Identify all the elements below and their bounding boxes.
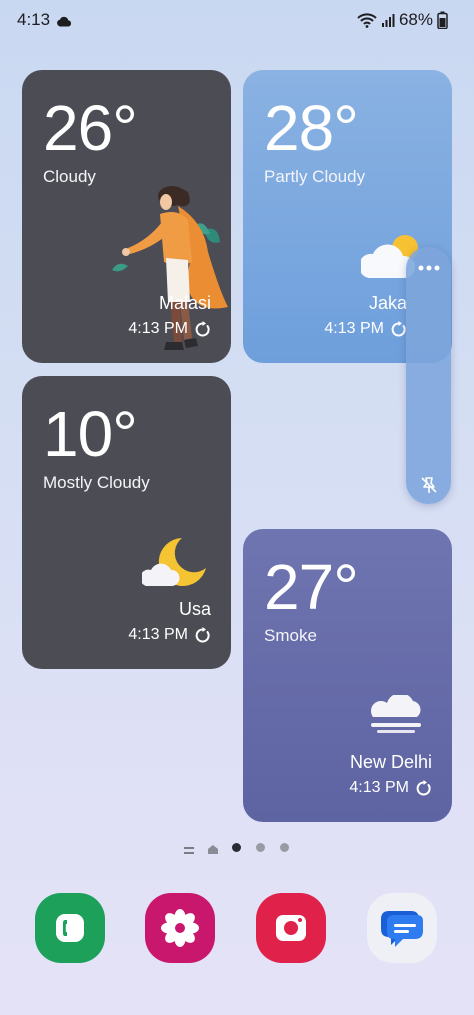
last-updated[interactable]: 4:13 PM xyxy=(324,320,407,338)
updated-time: 4:13 PM xyxy=(128,626,188,643)
messages-app-button[interactable] xyxy=(367,893,437,963)
page-list-icon[interactable] xyxy=(184,843,194,861)
city-name: New Delhi xyxy=(349,752,432,772)
page-dot[interactable] xyxy=(280,843,289,852)
cloud-icon xyxy=(56,12,72,32)
wifi-icon xyxy=(357,12,377,28)
refresh-icon[interactable] xyxy=(194,320,211,338)
moon-with-cloud-icon xyxy=(142,538,206,586)
edge-panel-handle[interactable] xyxy=(406,247,451,504)
status-indicators: 68% xyxy=(357,10,448,30)
phone-icon xyxy=(56,914,84,942)
condition: Cloudy xyxy=(43,167,96,186)
condition: Smoke xyxy=(264,626,317,645)
temperature: 26° xyxy=(43,92,138,164)
refresh-icon[interactable] xyxy=(415,779,432,797)
more-options-icon[interactable] xyxy=(415,257,443,279)
condition: Mostly Cloudy xyxy=(43,473,150,492)
refresh-icon[interactable] xyxy=(390,320,407,338)
pin-off-icon[interactable] xyxy=(416,473,442,497)
smoke-cloud-icon xyxy=(371,695,421,733)
camera-app-button[interactable] xyxy=(256,893,326,963)
messages-icon xyxy=(381,911,423,947)
home-page-icon[interactable] xyxy=(207,842,219,860)
city-name: Jaka xyxy=(368,293,407,313)
phone-app-button[interactable] xyxy=(35,893,105,963)
condition: Partly Cloudy xyxy=(264,167,366,186)
signal-icon xyxy=(381,13,395,27)
updated-time: 4:13 PM xyxy=(128,320,188,337)
city-name: Usa xyxy=(178,599,211,619)
status-time: 4:13 xyxy=(17,10,51,29)
camera-icon xyxy=(276,915,306,941)
page-dot-active[interactable] xyxy=(232,843,241,852)
last-updated[interactable]: 4:13 PM xyxy=(349,779,432,797)
page-indicator[interactable] xyxy=(0,840,474,856)
weather-widget-usa[interactable]: 10° Mostly Cloudy Usa 4:13 PM xyxy=(22,376,231,669)
weather-widget-malasi[interactable]: 26° Cloudy Malasi 4:13 PM xyxy=(22,70,231,363)
city-name: Malasi xyxy=(158,293,211,313)
weather-widget-new-delhi[interactable]: 27° Smoke New Delhi 4:13 PM xyxy=(243,529,452,822)
temperature: 27° xyxy=(264,551,359,623)
temperature: 10° xyxy=(43,398,138,470)
temperature: 28° xyxy=(264,92,359,164)
status-bar: 4:13 68% xyxy=(0,0,474,40)
updated-time: 4:13 PM xyxy=(349,779,409,796)
battery-percent: 68% xyxy=(398,10,433,29)
battery-icon xyxy=(437,11,448,29)
updated-time: 4:13 PM xyxy=(324,320,384,337)
page-dot[interactable] xyxy=(256,843,265,852)
blossom-icon xyxy=(161,909,199,947)
last-updated[interactable]: 4:13 PM xyxy=(128,320,211,338)
refresh-icon[interactable] xyxy=(194,626,211,644)
gallery-app-button[interactable] xyxy=(145,893,215,963)
last-updated[interactable]: 4:13 PM xyxy=(128,626,211,644)
